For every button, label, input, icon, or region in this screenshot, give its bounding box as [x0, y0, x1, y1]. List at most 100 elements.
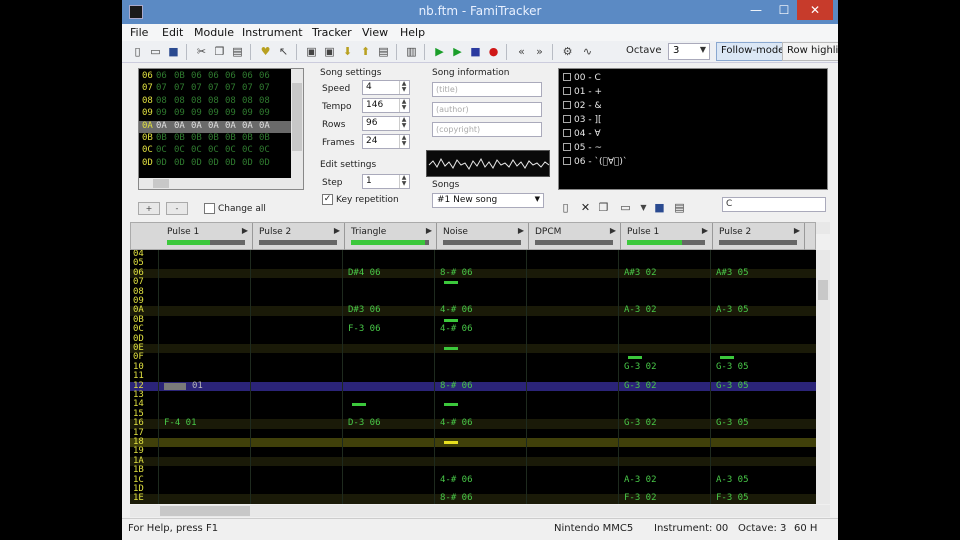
pattern-row[interactable]: 04	[130, 250, 816, 259]
close-button[interactable]: ✕	[797, 0, 833, 20]
scrollbar-thumb[interactable]	[153, 179, 169, 188]
song-title-input[interactable]: (title)	[432, 82, 542, 97]
frame-pattern-cell[interactable]: 0A	[259, 121, 270, 131]
pattern-editor[interactable]: 04 05 06 07 08 09 0A 0B 0C 0D 0E 0F 10 11 12 13 14 15 16 17…	[130, 250, 816, 504]
sample-graph-icon[interactable]: ∿	[580, 44, 595, 59]
scrollbar-thumb[interactable]	[818, 280, 828, 300]
frame-pattern-cell[interactable]: 09	[156, 108, 167, 118]
pattern-note[interactable]: A-3 05	[716, 305, 749, 315]
frame-pattern-cell[interactable]: 07	[208, 83, 219, 93]
channel-menu-arrow-icon[interactable]: ▶	[518, 226, 524, 235]
spinner-arrows-icon[interactable]: ▲ ▼	[399, 175, 408, 188]
frame-pattern-cell[interactable]: 0B	[156, 133, 167, 143]
save-instrument-icon[interactable]: ■	[652, 200, 667, 215]
speed-spinner[interactable]: 4 ▲ ▼	[362, 80, 410, 95]
frame-pattern-cell[interactable]: 0D	[191, 158, 202, 168]
step-spinner[interactable]: 1 ▲ ▼	[362, 174, 410, 189]
pattern-note[interactable]: F-3 02	[624, 493, 657, 503]
instrument-item[interactable]: 06 - `(ﾟ∀ﾟ)`	[563, 157, 627, 167]
context-help-icon[interactable]: ↖	[276, 44, 291, 59]
new-file-icon[interactable]: ▯	[130, 44, 145, 59]
frame-pattern-cell[interactable]: 0D	[259, 158, 270, 168]
open-file-icon[interactable]: ▭	[148, 44, 163, 59]
frame-row[interactable]: 08 08 08 08 08 08 08 08	[139, 96, 291, 108]
frame-pattern-cell[interactable]: 0B	[191, 133, 202, 143]
frame-pattern-cell[interactable]: 09	[174, 108, 185, 118]
change-all-checkbox[interactable]	[204, 203, 215, 214]
menu-module[interactable]: Module	[194, 26, 234, 39]
frame-pattern-cell[interactable]: 08	[191, 96, 202, 106]
pattern-note[interactable]: G-3 02	[624, 418, 657, 428]
row-highlight-button[interactable]: Row highlight	[782, 42, 838, 61]
pattern-row[interactable]: 0D	[130, 334, 816, 344]
channel-header[interactable]: Pulse 1 ▶	[161, 223, 253, 250]
frame-pattern-cell[interactable]: 06	[191, 71, 202, 81]
frame-pattern-cell[interactable]: 06	[242, 71, 253, 81]
edit-instrument-icon[interactable]: ▤	[672, 200, 687, 215]
frame-pattern-cell[interactable]: 0B	[174, 71, 185, 81]
pattern-note[interactable]: 4-# 06	[440, 418, 473, 428]
pattern-note[interactable]: A-3 02	[624, 475, 657, 485]
frame-pattern-cell[interactable]: 08	[208, 96, 219, 106]
frame-pattern-cell[interactable]: 0A	[191, 121, 202, 131]
pattern-row[interactable]: 12	[130, 381, 816, 391]
minimize-button[interactable]: —	[742, 0, 770, 20]
frame-pattern-cell[interactable]: 07	[225, 83, 236, 93]
record-icon[interactable]: ●	[486, 44, 501, 59]
frames-spinner[interactable]: 24 ▲ ▼	[362, 134, 410, 149]
pattern-row[interactable]: 17	[130, 428, 816, 438]
move-frame-up-icon[interactable]: ⬆	[358, 44, 373, 59]
pattern-note[interactable]: A#3 05	[716, 268, 749, 278]
pattern-note[interactable]: G-3 05	[716, 381, 749, 391]
spinner-arrows-icon[interactable]: ▲ ▼	[399, 117, 408, 130]
spinner-arrows-icon[interactable]: ▲ ▼	[399, 135, 408, 148]
channel-menu-arrow-icon[interactable]: ▶	[242, 226, 248, 235]
pattern-note[interactable]: G-3 05	[716, 418, 749, 428]
frame-list-vertical-scrollbar[interactable]	[291, 69, 303, 189]
instrument-list[interactable]: 00 - C 01 - + 02 - & 03 - ][04 - ∀ 05 - ~ 06 …	[558, 68, 828, 190]
next-track-icon[interactable]: »	[532, 44, 547, 59]
song-select[interactable]: #1 New song ▼	[432, 193, 544, 208]
frame-pattern-cell[interactable]: 06	[156, 71, 167, 81]
pattern-note[interactable]: G-3 05	[716, 362, 749, 372]
frame-row[interactable]: 06 06 0B 06 06 06 06 06	[139, 71, 291, 83]
frame-pattern-cell[interactable]: 09	[259, 108, 270, 118]
pattern-row[interactable]: 0B	[130, 315, 816, 325]
instrument-item[interactable]: 04 - ∀	[563, 129, 601, 139]
pattern-row[interactable]: 15	[130, 409, 816, 419]
frame-row[interactable]: 0A 0A 0A 0A 0A 0A 0A 0A	[139, 120, 291, 133]
instrument-item[interactable]: 02 - &	[563, 101, 601, 111]
frame-pattern-cell[interactable]: 07	[174, 83, 185, 93]
pattern-note[interactable]: A-3 02	[624, 305, 657, 315]
instrument-item[interactable]: 00 - C	[563, 73, 601, 83]
channel-header[interactable]: Pulse 1 ▶	[621, 223, 713, 250]
pattern-row[interactable]: 11	[130, 371, 816, 381]
follow-mode-button[interactable]: Follow-mode	[716, 42, 790, 61]
pattern-row[interactable]: 19	[130, 446, 816, 456]
spinner-arrows-icon[interactable]: ▲ ▼	[399, 99, 408, 112]
frame-pattern-cell[interactable]: 09	[208, 108, 219, 118]
frame-row[interactable]: 0C 0C 0C 0C 0C 0C 0C 0C	[139, 145, 291, 157]
frame-pattern-cell[interactable]: 0C	[242, 145, 253, 155]
frame-pattern-cell[interactable]: 0C	[191, 145, 202, 155]
frame-pattern-cell[interactable]: 0A	[242, 121, 253, 131]
pattern-note[interactable]: G-3 02	[624, 362, 657, 372]
channel-header[interactable]: Noise ▶	[437, 223, 529, 250]
song-copyright-input[interactable]: (copyright)	[432, 122, 542, 137]
rows-spinner[interactable]: 96 ▲ ▼	[362, 116, 410, 131]
pattern-scroll-up[interactable]	[816, 222, 830, 234]
pattern-row[interactable]: 1D	[130, 484, 816, 494]
paste-icon[interactable]: ▤	[230, 44, 245, 59]
frame-pattern-cell[interactable]: 0B	[242, 133, 253, 143]
channel-menu-arrow-icon[interactable]: ▶	[426, 226, 432, 235]
save-icon[interactable]: ■	[166, 44, 181, 59]
frame-pattern-cell[interactable]: 07	[242, 83, 253, 93]
chevron-down-icon[interactable]: ▼	[636, 200, 651, 215]
copy-icon[interactable]: ❐	[212, 44, 227, 59]
frame-pattern-cell[interactable]: 07	[259, 83, 270, 93]
previous-track-icon[interactable]: «	[514, 44, 529, 59]
load-instrument-icon[interactable]: ▭	[618, 200, 633, 215]
frame-list-horizontal-scrollbar[interactable]	[139, 178, 291, 189]
frame-pattern-cell[interactable]: 08	[156, 96, 167, 106]
instrument-name-input[interactable]: C	[722, 197, 826, 212]
